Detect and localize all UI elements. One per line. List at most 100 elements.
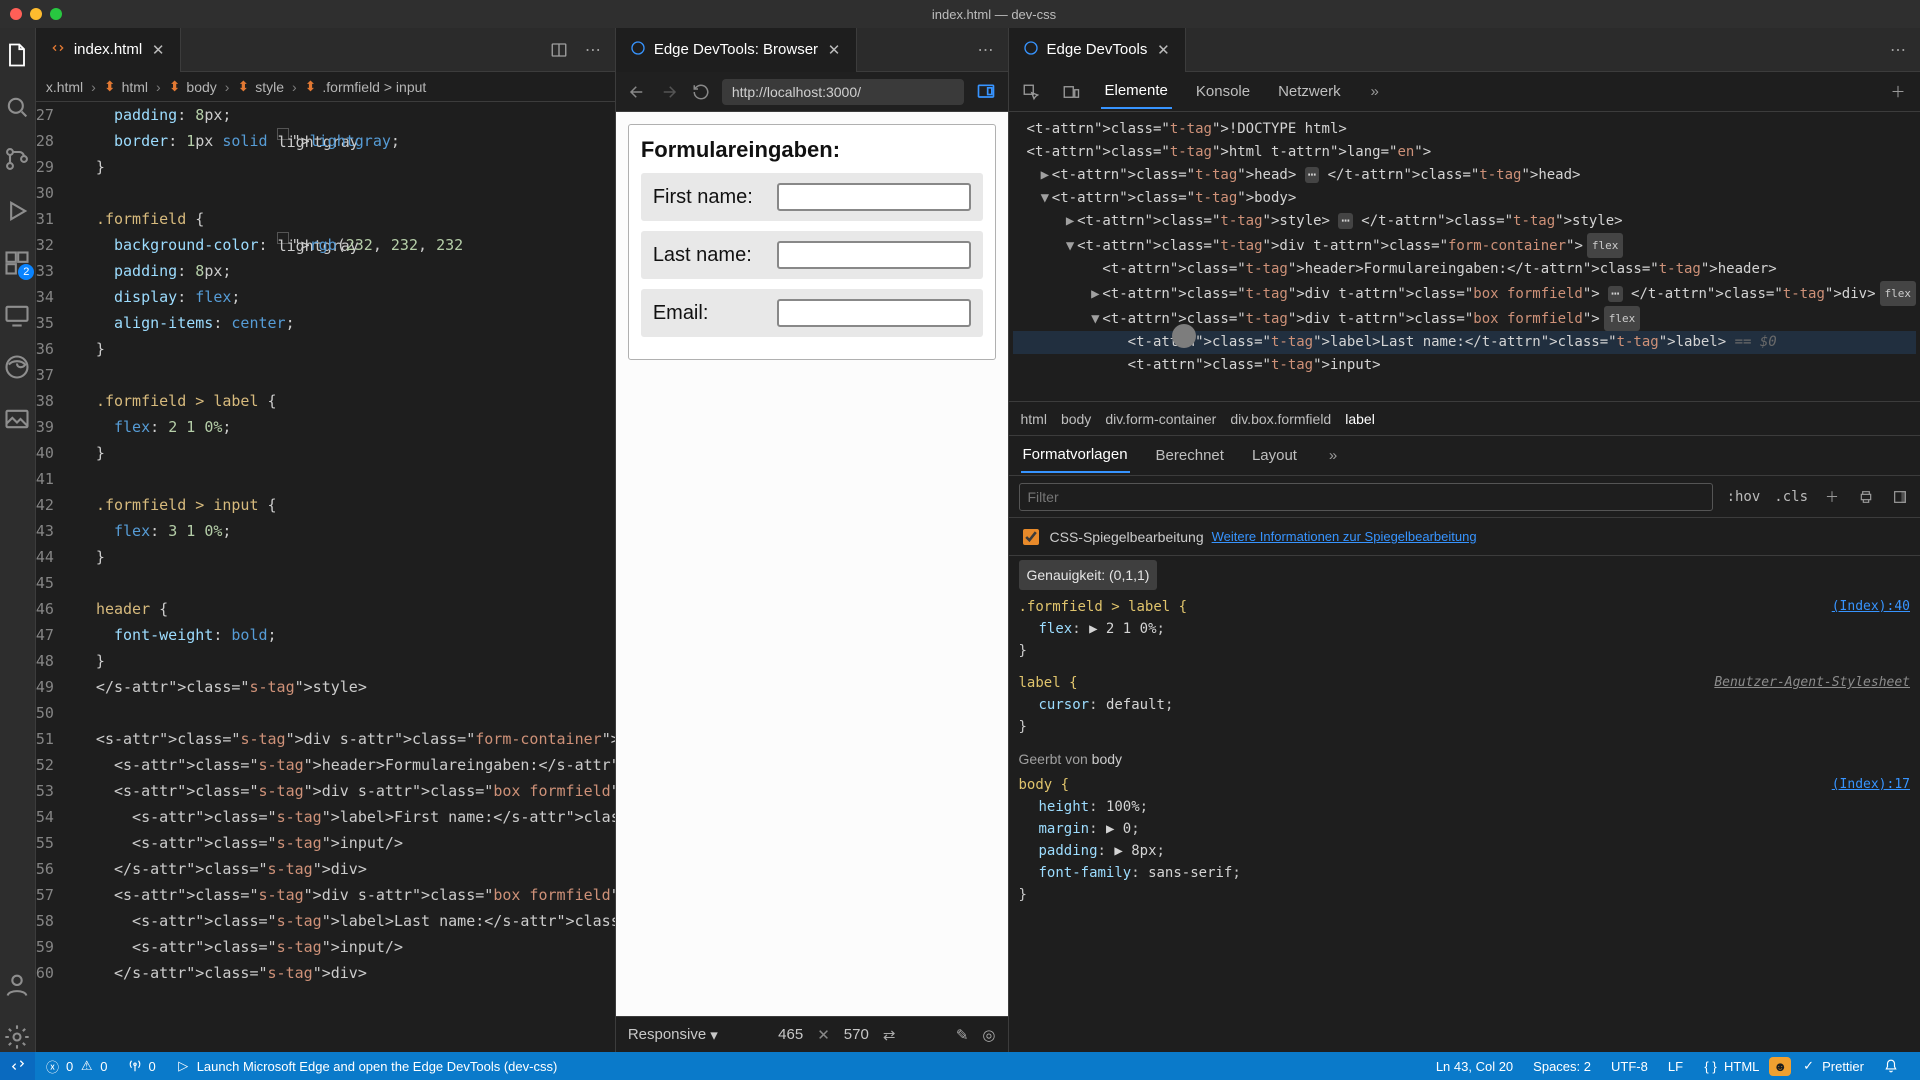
dock-icon[interactable] [1890, 487, 1910, 507]
prettier-status[interactable]: ✓ Prettier [1791, 1059, 1874, 1074]
minimize-window-icon[interactable] [30, 8, 42, 20]
device-toolbar-icon[interactable] [1061, 82, 1081, 102]
gallery-icon[interactable] [2, 404, 32, 434]
editor-tab-bar: index.html ✕ ⋯ [36, 28, 615, 72]
run-debug-icon[interactable] [2, 196, 32, 226]
more-actions-icon[interactable]: ⋯ [583, 40, 603, 60]
notifications-icon[interactable] [1874, 1059, 1908, 1073]
problems-indicator[interactable]: ⓧ0 ⚠0 [35, 1059, 117, 1074]
styles-toolbar: :hov .cls ＋ [1009, 476, 1920, 518]
browser-tab[interactable]: Edge DevTools: Browser ✕ [616, 28, 857, 72]
new-rule-icon[interactable]: ＋ [1822, 487, 1842, 507]
dom-tree[interactable]: <t-attrn">class="t-tag">!DOCTYPE html><t… [1009, 112, 1920, 402]
remote-icon [10, 1059, 25, 1074]
line-gutter: 2728293031323334353637383940414243444546… [36, 102, 70, 1052]
specificity-tooltip: Genauigkeit: (0,1,1) [1019, 560, 1158, 590]
more-style-tabs-icon[interactable]: » [1323, 446, 1343, 466]
inspect-element-icon[interactable] [1021, 82, 1041, 102]
devtools-toggle-icon[interactable] [974, 80, 998, 104]
times-icon: ✕ [817, 1026, 830, 1044]
feedback-icon[interactable]: ☻ [1769, 1057, 1791, 1076]
devtools-tab-bar: Edge DevTools ✕ ⋯ [1009, 28, 1920, 72]
cursor-position[interactable]: Ln 43, Col 20 [1426, 1059, 1523, 1074]
mirror-info-link[interactable]: Weitere Informationen zur Spiegelbearbei… [1212, 529, 1477, 544]
maximize-window-icon[interactable] [50, 8, 62, 20]
eol[interactable]: LF [1658, 1059, 1693, 1074]
rotate-icon[interactable]: ⇄ [883, 1026, 896, 1044]
explorer-icon[interactable] [2, 40, 32, 70]
source-control-icon[interactable] [2, 144, 32, 174]
html-file-icon [50, 40, 66, 60]
reload-icon[interactable] [690, 81, 712, 103]
traffic-lights [10, 8, 62, 20]
hov-toggle[interactable]: :hov [1727, 489, 1761, 505]
close-tab-icon[interactable]: ✕ [1155, 42, 1171, 58]
nav-forward-icon[interactable] [658, 81, 680, 103]
activity-bar: 2 [0, 28, 36, 1052]
more-actions-icon[interactable]: ⋯ [1888, 40, 1908, 60]
url-input[interactable]: http://localhost:3000/ [722, 79, 964, 105]
mirror-label: CSS-Spiegelbearbeitung [1050, 529, 1204, 545]
wand-icon[interactable]: ✎ [956, 1026, 969, 1044]
antenna-icon [127, 1059, 142, 1074]
dom-breadcrumb[interactable]: html body div.form-container div.box.for… [1009, 402, 1920, 436]
tab-computed[interactable]: Berechnet [1154, 439, 1226, 472]
chevron-down-icon: ▾ [710, 1026, 718, 1044]
email-input[interactable] [777, 299, 971, 327]
form-row: First name: [641, 173, 983, 221]
braces-icon: { } [1703, 1059, 1718, 1074]
launch-task[interactable]: ▷ Launch Microsoft Edge and open the Edg… [166, 1059, 568, 1074]
viewport-width[interactable]: 465 [778, 1026, 803, 1043]
account-icon[interactable] [2, 970, 32, 1000]
status-bar: ⓧ0 ⚠0 0 ▷ Launch Microsoft Edge and open… [0, 1052, 1920, 1080]
language-mode[interactable]: { } HTML [1693, 1059, 1769, 1074]
eye-icon[interactable]: ◎ [982, 1026, 995, 1044]
more-actions-icon[interactable]: ⋯ [976, 40, 996, 60]
edge-devtools-icon [1023, 40, 1039, 60]
split-editor-icon[interactable] [549, 40, 569, 60]
tab-elements[interactable]: Elemente [1101, 74, 1172, 109]
cursor-blob-icon [1172, 324, 1196, 348]
devtools-tab[interactable]: Edge DevTools ✕ [1009, 28, 1187, 72]
add-tab-icon[interactable]: ＋ [1888, 82, 1908, 102]
search-icon[interactable] [2, 92, 32, 122]
remote-explorer-icon[interactable] [2, 300, 32, 330]
extensions-icon[interactable]: 2 [2, 248, 32, 278]
rendered-form: Formulareingaben: First name: Last name:… [628, 124, 996, 360]
nav-back-icon[interactable] [626, 81, 648, 103]
more-tabs-icon[interactable]: » [1365, 82, 1385, 102]
ports-indicator[interactable]: 0 [117, 1059, 165, 1074]
edge-tools-icon[interactable] [2, 352, 32, 382]
styles-filter-input[interactable] [1019, 483, 1713, 511]
breadcrumb[interactable]: x.html › ⬍html › ⬍body › ⬍style › ⬍.form… [36, 72, 615, 102]
indentation[interactable]: Spaces: 2 [1523, 1059, 1601, 1074]
print-icon[interactable] [1856, 487, 1876, 507]
close-tab-icon[interactable]: ✕ [150, 42, 166, 58]
tab-label: Edge DevTools [1047, 41, 1148, 58]
settings-gear-icon[interactable] [2, 1022, 32, 1052]
edge-browser-icon [630, 40, 646, 60]
first-name-input[interactable] [777, 183, 971, 211]
mirror-checkbox[interactable] [1023, 529, 1039, 545]
remote-indicator[interactable] [0, 1052, 35, 1080]
tab-network[interactable]: Netzwerk [1274, 75, 1345, 108]
tab-console[interactable]: Konsole [1192, 75, 1254, 108]
cls-toggle[interactable]: .cls [1774, 489, 1808, 505]
close-tab-icon[interactable]: ✕ [826, 42, 842, 58]
encoding[interactable]: UTF-8 [1601, 1059, 1658, 1074]
code-editor[interactable]: 2728293031323334353637383940414243444546… [36, 102, 615, 1052]
warning-icon: ⚠ [79, 1059, 94, 1074]
styles-pane[interactable]: Genauigkeit: (0,1,1) (Index):40.formfiel… [1009, 556, 1920, 1052]
last-name-input[interactable] [777, 241, 971, 269]
css-mirror-bar: CSS-Spiegelbearbeitung Weitere Informati… [1009, 518, 1920, 556]
editor-tab[interactable]: index.html ✕ [36, 28, 181, 72]
close-window-icon[interactable] [10, 8, 22, 20]
window-title: index.html — dev-css [78, 7, 1910, 22]
viewport-height[interactable]: 570 [844, 1026, 869, 1043]
device-dropdown[interactable]: Responsive ▾ [628, 1026, 718, 1044]
tab-styles[interactable]: Formatvorlagen [1021, 438, 1130, 473]
extensions-badge: 2 [18, 264, 34, 280]
code-content[interactable]: padding: 8px; border: 1px solid lightgra… [70, 102, 615, 1052]
browser-tab-bar: Edge DevTools: Browser ✕ ⋯ [616, 28, 1008, 72]
tab-layout[interactable]: Layout [1250, 439, 1299, 472]
